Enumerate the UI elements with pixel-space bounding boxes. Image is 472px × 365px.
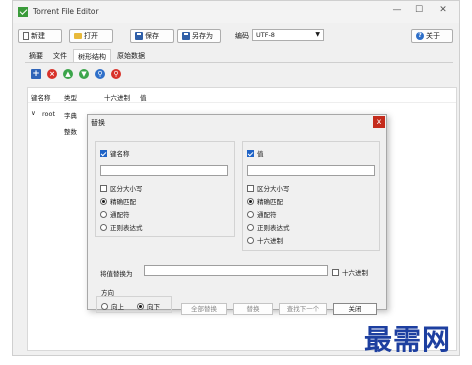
open-button[interactable]: 打开: [69, 29, 113, 43]
search-icon[interactable]: ⚲: [95, 69, 105, 79]
tab-bar: 摘要 文件 树形结构 原始数据: [25, 49, 149, 63]
new-button[interactable]: 新建: [18, 29, 62, 43]
hex-replace-checkbox[interactable]: 十六进制: [332, 267, 368, 277]
save-as-button[interactable]: 另存为: [177, 29, 221, 43]
close-button[interactable]: ✕: [435, 5, 451, 15]
watermark: 最需网: [364, 323, 452, 356]
key-regex-radio[interactable]: 正则表达式: [100, 222, 143, 232]
radio-icon: [101, 302, 108, 310]
move-up-icon[interactable]: ▲: [63, 69, 73, 79]
new-file-icon: [23, 32, 29, 40]
add-icon[interactable]: +: [31, 69, 41, 79]
header-name[interactable]: 键名称: [31, 92, 51, 102]
key-input[interactable]: [100, 165, 228, 176]
tab-files[interactable]: 文件: [49, 49, 71, 63]
key-case-checkbox[interactable]: 区分大小写: [100, 183, 143, 193]
dialog-close-action-button[interactable]: 关闭: [333, 303, 377, 315]
header-value[interactable]: 值: [140, 92, 147, 102]
replace-with-label: 将值替换为: [100, 270, 133, 278]
chevron-down-icon: ▼: [315, 31, 320, 38]
direction-group: 向上 向下: [96, 296, 172, 313]
help-icon: ?: [416, 32, 424, 40]
value-checkbox[interactable]: 值: [247, 148, 264, 158]
radio-icon: [100, 223, 107, 231]
value-hex-radio[interactable]: 十六进制: [247, 235, 283, 245]
radio-icon: [247, 197, 254, 205]
direction-up-radio[interactable]: 向上: [101, 301, 124, 311]
move-down-icon[interactable]: ▼: [79, 69, 89, 79]
checkbox-icon: [247, 184, 254, 192]
checkbox-icon: [100, 149, 107, 157]
title-bar: Torrent File Editor — ☐ ✕: [13, 1, 459, 23]
key-group: 键名称 区分大小写 精确匹配 通配符 正则表达式: [95, 141, 235, 237]
save-as-icon: [182, 32, 190, 40]
checkbox-icon: [247, 149, 254, 157]
radio-icon: [247, 210, 254, 218]
radio-icon: [100, 210, 107, 218]
tab-summary[interactable]: 摘要: [25, 49, 47, 63]
direction-down-radio[interactable]: 向下: [137, 301, 160, 311]
encoding-label: 编码: [235, 32, 249, 40]
value-input[interactable]: [247, 165, 375, 176]
tree-node-root-type: 字典: [64, 112, 77, 120]
tab-tree[interactable]: 树形结构: [73, 49, 111, 63]
tab-raw[interactable]: 原始数据: [113, 49, 149, 63]
save-button[interactable]: 保存: [130, 29, 174, 43]
tree-node-root[interactable]: root: [42, 110, 55, 118]
tree-toolbar: + × ▲ ▼ ⚲ ⚲: [31, 69, 121, 79]
maximize-button[interactable]: ☐: [411, 5, 427, 15]
header-type[interactable]: 类型: [64, 92, 77, 102]
radio-icon: [247, 236, 254, 244]
value-wildcard-radio[interactable]: 通配符: [247, 209, 277, 219]
radio-icon: [247, 223, 254, 231]
radio-icon: [137, 302, 144, 310]
header-divider: [28, 102, 456, 103]
encoding-select[interactable]: UTF-8 ▼: [252, 29, 324, 41]
tree-node-child-type: 整数: [64, 128, 77, 136]
radio-icon: [100, 197, 107, 205]
value-regex-radio[interactable]: 正则表达式: [247, 222, 290, 232]
find-next-button[interactable]: 查找下一个: [279, 303, 327, 315]
checkbox-icon: [100, 184, 107, 192]
dialog-close-button[interactable]: x: [373, 116, 385, 128]
replace-dialog: 替换 x 键名称 区分大小写 精确匹配 通配符 正则表达式 值 区分大小写 精确…: [87, 114, 387, 315]
app-icon: [18, 7, 28, 17]
save-icon: [135, 32, 143, 40]
replace-icon[interactable]: ⚲: [111, 69, 121, 79]
remove-icon[interactable]: ×: [47, 69, 57, 79]
value-exact-radio[interactable]: 精确匹配: [247, 196, 283, 206]
key-checkbox[interactable]: 键名称: [100, 148, 130, 158]
key-exact-radio[interactable]: 精确匹配: [100, 196, 136, 206]
window-title: Torrent File Editor: [33, 7, 99, 16]
key-wildcard-radio[interactable]: 通配符: [100, 209, 130, 219]
header-hex[interactable]: 十六进制: [104, 92, 130, 102]
dialog-body: 键名称 区分大小写 精确匹配 通配符 正则表达式 值 区分大小写 精确匹配 通配…: [88, 129, 386, 315]
checkbox-icon: [332, 268, 339, 276]
folder-icon: [74, 33, 82, 39]
expand-icon[interactable]: ∨: [31, 109, 36, 117]
dialog-title: 替换: [91, 119, 105, 127]
about-button[interactable]: ? 关于: [411, 29, 453, 43]
replace-all-button[interactable]: 全部替换: [181, 303, 227, 315]
minimize-button[interactable]: —: [389, 5, 405, 15]
tab-divider: [25, 62, 453, 63]
replace-button[interactable]: 替换: [233, 303, 273, 315]
value-group: 值 区分大小写 精确匹配 通配符 正则表达式 十六进制: [242, 141, 380, 251]
replace-with-input[interactable]: [144, 265, 328, 276]
value-case-checkbox[interactable]: 区分大小写: [247, 183, 290, 193]
